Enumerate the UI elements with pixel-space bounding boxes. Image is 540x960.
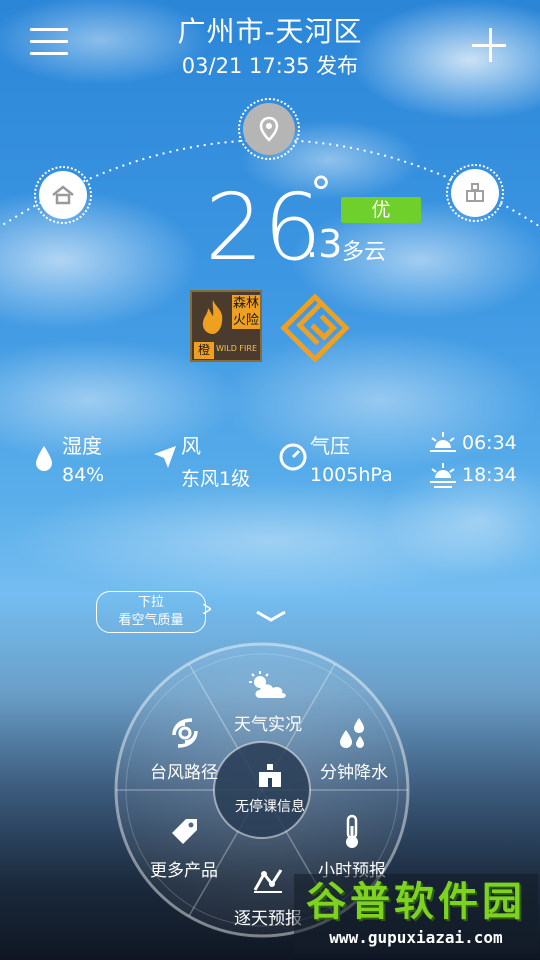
publish-time: 03/21 17:35 发布 (181, 54, 359, 78)
humidity-label: 湿度 (62, 434, 102, 458)
wheel-item-label: 台风路径 (150, 763, 218, 783)
typhoon-icon (172, 718, 198, 748)
sunset-time: 18:34 (462, 464, 517, 486)
sunrise-time: 06:34 (462, 432, 517, 454)
home-location-button[interactable] (34, 166, 92, 224)
wind-value: 东风1级 (181, 468, 251, 490)
watermark: 谷普软件园 www.gupuxiazai.com (294, 874, 538, 954)
landmark-location-button[interactable] (446, 164, 504, 222)
school-icon (259, 764, 281, 787)
humidity-value: 84% (62, 464, 105, 486)
fire-icon (202, 300, 223, 334)
pressure-label: 气压 (310, 434, 350, 458)
fire-warning-text: 森林 火险 (232, 295, 260, 329)
menu-icon[interactable] (30, 28, 68, 62)
wind-label: 风 (181, 434, 201, 458)
aqi-badge[interactable]: 优 (341, 197, 421, 223)
location-title[interactable]: 广州市-天河区 (120, 10, 420, 50)
pressure-gauge-icon (279, 443, 307, 471)
typhoon-track-button[interactable]: 台风路径 (134, 714, 234, 784)
pressure-value: 1005hPa (310, 464, 393, 486)
sunset-icon (430, 463, 456, 488)
home-icon (39, 171, 87, 219)
sunrise-icon (430, 432, 456, 452)
current-location-button[interactable] (238, 98, 300, 160)
tag-icon (172, 819, 197, 844)
temperature-decimal: .3 (306, 222, 343, 266)
temperature-integer: 26 (205, 174, 323, 281)
pull-down-hint: 下拉 看空气质量 (96, 591, 206, 633)
trend-line-icon (253, 869, 283, 893)
fire-level-label: 橙 (194, 342, 214, 359)
hint-tail-icon (203, 604, 211, 614)
location-pin-icon (243, 103, 295, 155)
minute-precipitation-button[interactable]: 分钟降水 (304, 714, 404, 784)
wheel-item-label: 更多产品 (150, 861, 218, 881)
raindrops-icon (340, 718, 364, 748)
add-city-icon[interactable] (470, 26, 510, 66)
more-products-button[interactable]: 更多产品 (134, 812, 234, 882)
thermometer-icon (346, 814, 358, 848)
watermark-title: 谷普软件园 (306, 879, 526, 925)
chevron-down-icon[interactable] (254, 608, 288, 624)
wildfire-warning-badge[interactable]: 森林 火险 橙 WILD FIRE (190, 290, 262, 362)
humidity-icon (36, 446, 52, 471)
degree-symbol: ° (310, 168, 332, 219)
wind-icon (154, 446, 176, 468)
fire-en-label: WILD FIRE (216, 344, 258, 353)
landmark-icon (451, 169, 499, 217)
weather-condition: 多云 (342, 240, 387, 265)
partly-cloudy-icon (249, 671, 286, 698)
warning-emblem-icon[interactable] (280, 293, 350, 363)
watermark-url: www.gupuxiazai.com (329, 928, 503, 947)
wheel-item-label: 分钟降水 (320, 763, 388, 783)
